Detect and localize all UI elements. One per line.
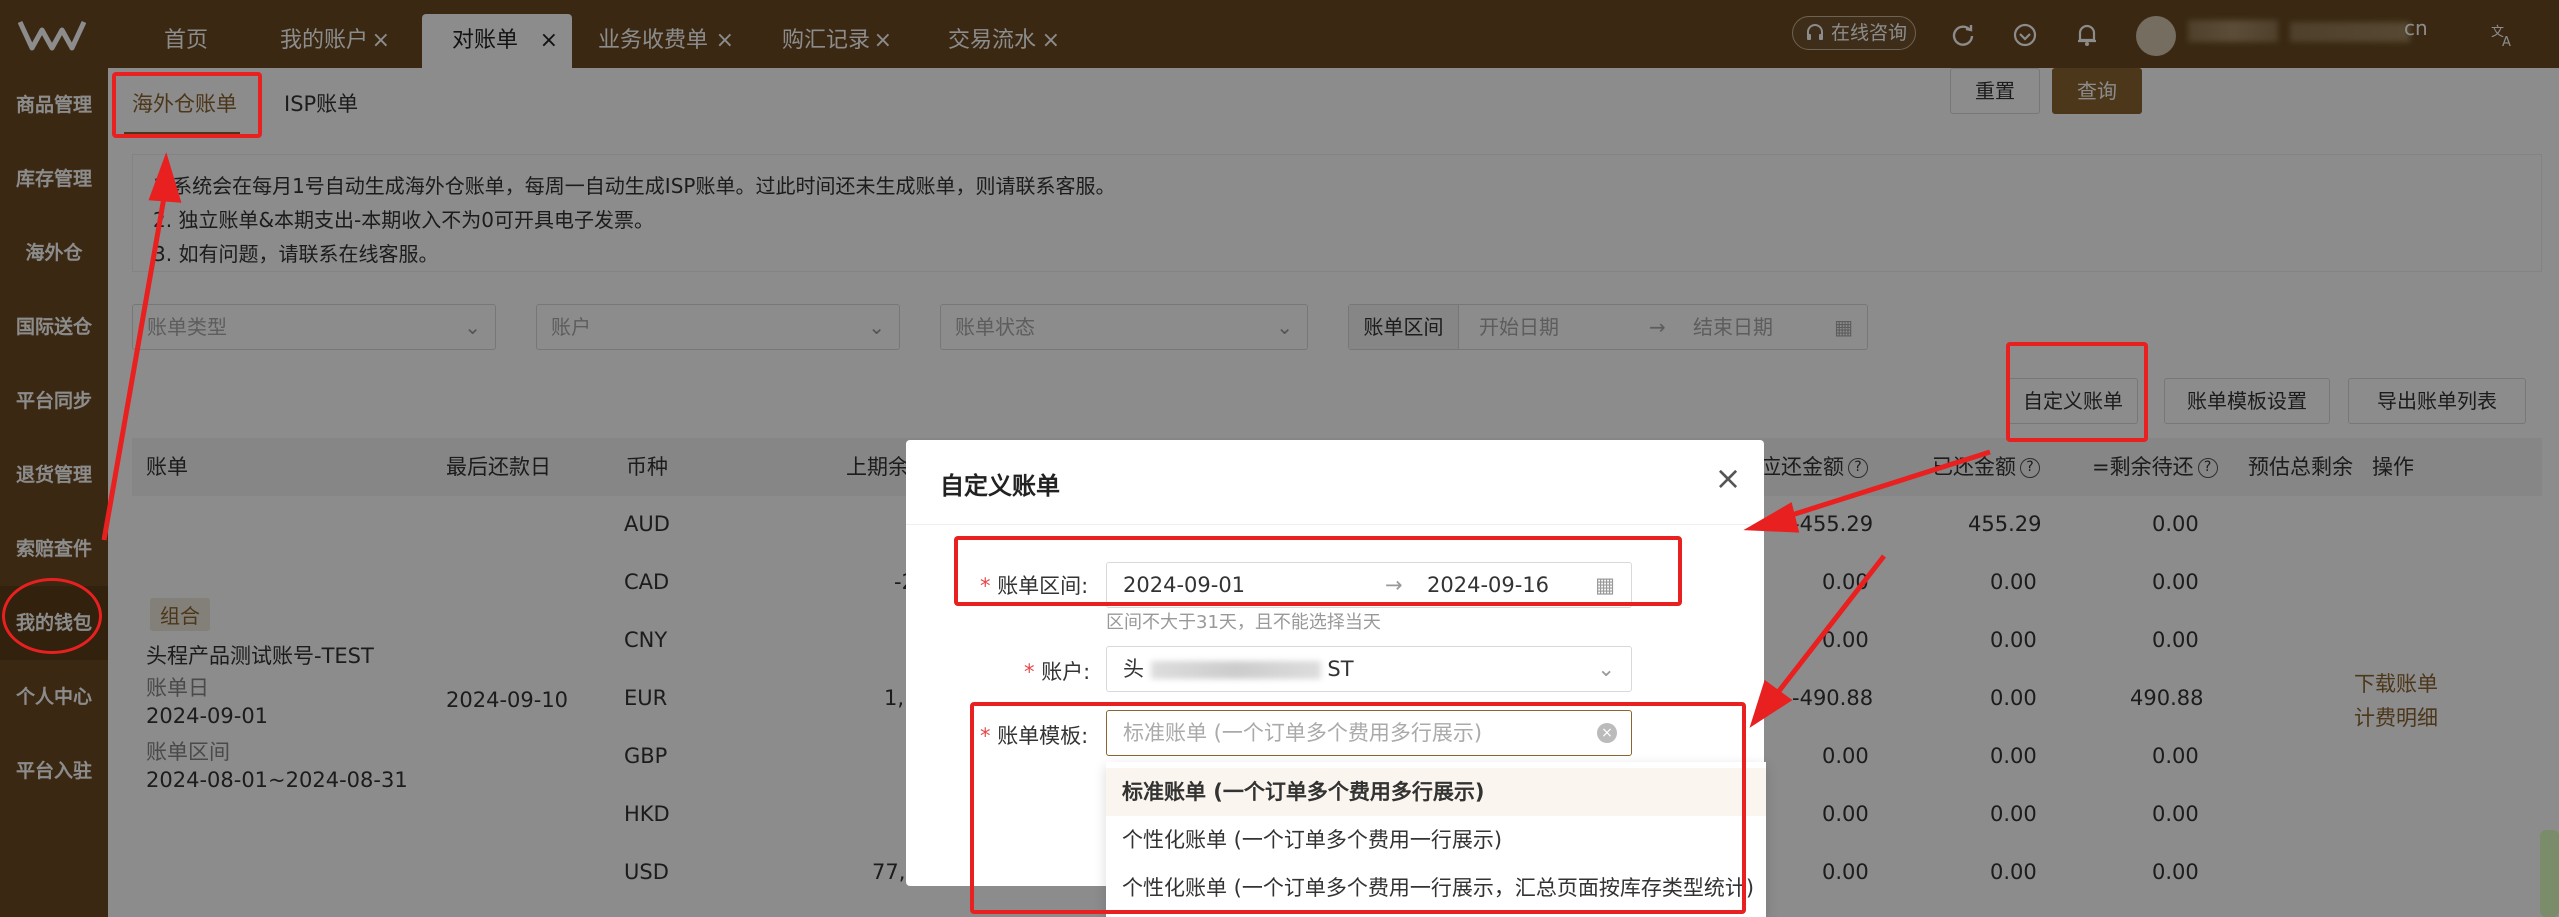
- annotation-arrows: [101, 152, 1991, 728]
- scrollbar-thumb[interactable]: [2540, 830, 2559, 917]
